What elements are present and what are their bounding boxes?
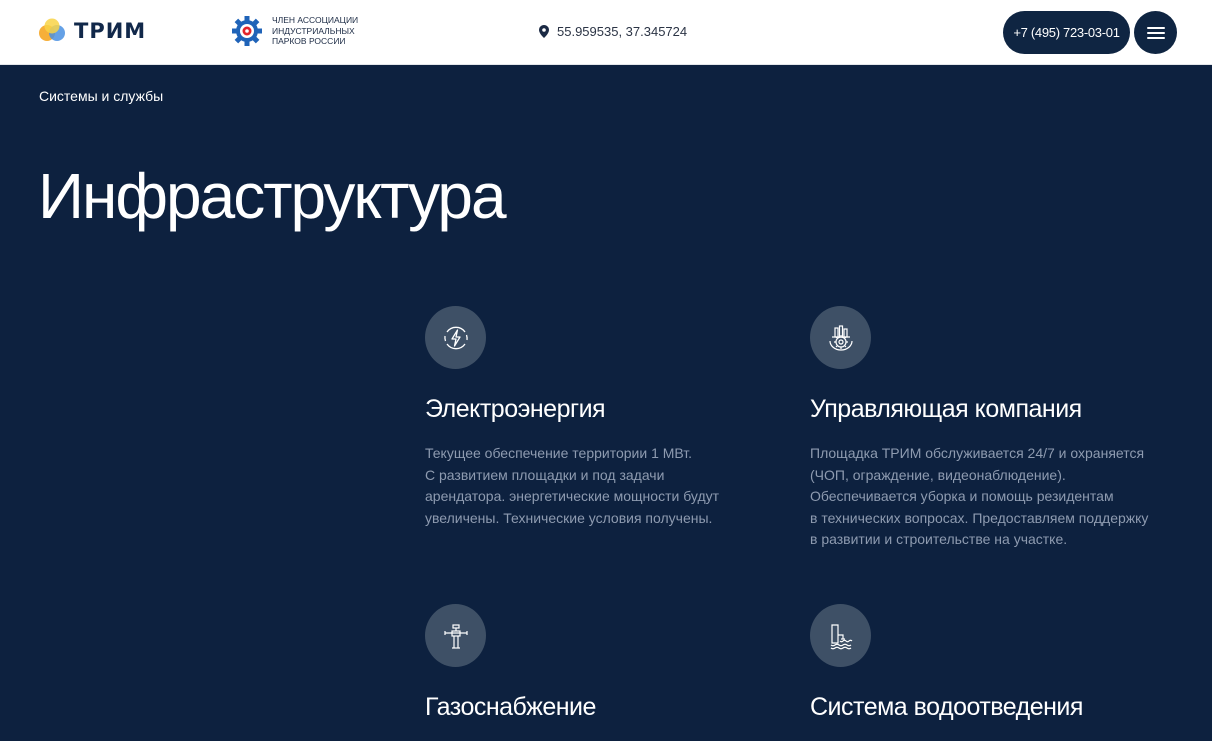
card-text: Площадка ТРИМ обслуживается 24/7 и охран… <box>810 445 1149 547</box>
gas-pipe-icon <box>425 604 486 667</box>
map-pin-icon <box>539 25 549 38</box>
infrastructure-card-gas: Газоснабжение <box>425 604 785 741</box>
logo-mark-icon <box>39 18 65 41</box>
infrastructure-card-power: Электроэнергия Текущее обеспечение терри… <box>425 306 785 529</box>
power-icon <box>425 306 486 369</box>
gear-emblem-icon <box>232 16 262 46</box>
industrial-management-icon <box>810 306 871 369</box>
site-header: ТРИМ ЧЛЕН АССОЦИАЦИИ ИНДУСТРИАЛЬНЫХ ПАРК… <box>0 0 1212 65</box>
water-drainage-icon <box>810 604 871 667</box>
association-badge[interactable]: ЧЛЕН АССОЦИАЦИИ ИНДУСТРИАЛЬНЫХ ПАРКОВ РО… <box>231 15 372 47</box>
menu-button[interactable] <box>1134 11 1177 54</box>
hamburger-line <box>1146 36 1165 39</box>
card-text: Текущее обеспечение территории 1 МВт. С … <box>425 445 720 526</box>
association-text: ЧЛЕН АССОЦИАЦИИ ИНДУСТРИАЛЬНЫХ ПАРКОВ РО… <box>272 15 359 47</box>
hamburger-line <box>1146 31 1165 34</box>
coordinates-text: 55.959535, 37.345724 <box>557 24 688 39</box>
infrastructure-card-drainage: Система водоотведения <box>810 604 1170 741</box>
page-title: Инфраструктура <box>38 160 507 232</box>
card-title: Газоснабжение <box>425 693 596 721</box>
logo-text: ТРИМ <box>74 19 147 43</box>
breadcrumb[interactable]: Системы и службы <box>39 88 163 104</box>
card-title: Система водоотведения <box>810 693 1083 721</box>
infrastructure-card-management: Управляющая компания Площадка ТРИМ обслу… <box>810 306 1170 551</box>
logo[interactable]: ТРИМ <box>38 17 146 45</box>
coordinates[interactable]: 55.959535, 37.345724 <box>539 24 687 39</box>
hamburger-icon <box>1146 26 1165 29</box>
card-title: Электроэнергия <box>425 395 606 423</box>
card-title: Управляющая компания <box>810 395 1082 423</box>
phone-button[interactable]: +7 (495) 723-03-01 <box>1003 11 1130 54</box>
